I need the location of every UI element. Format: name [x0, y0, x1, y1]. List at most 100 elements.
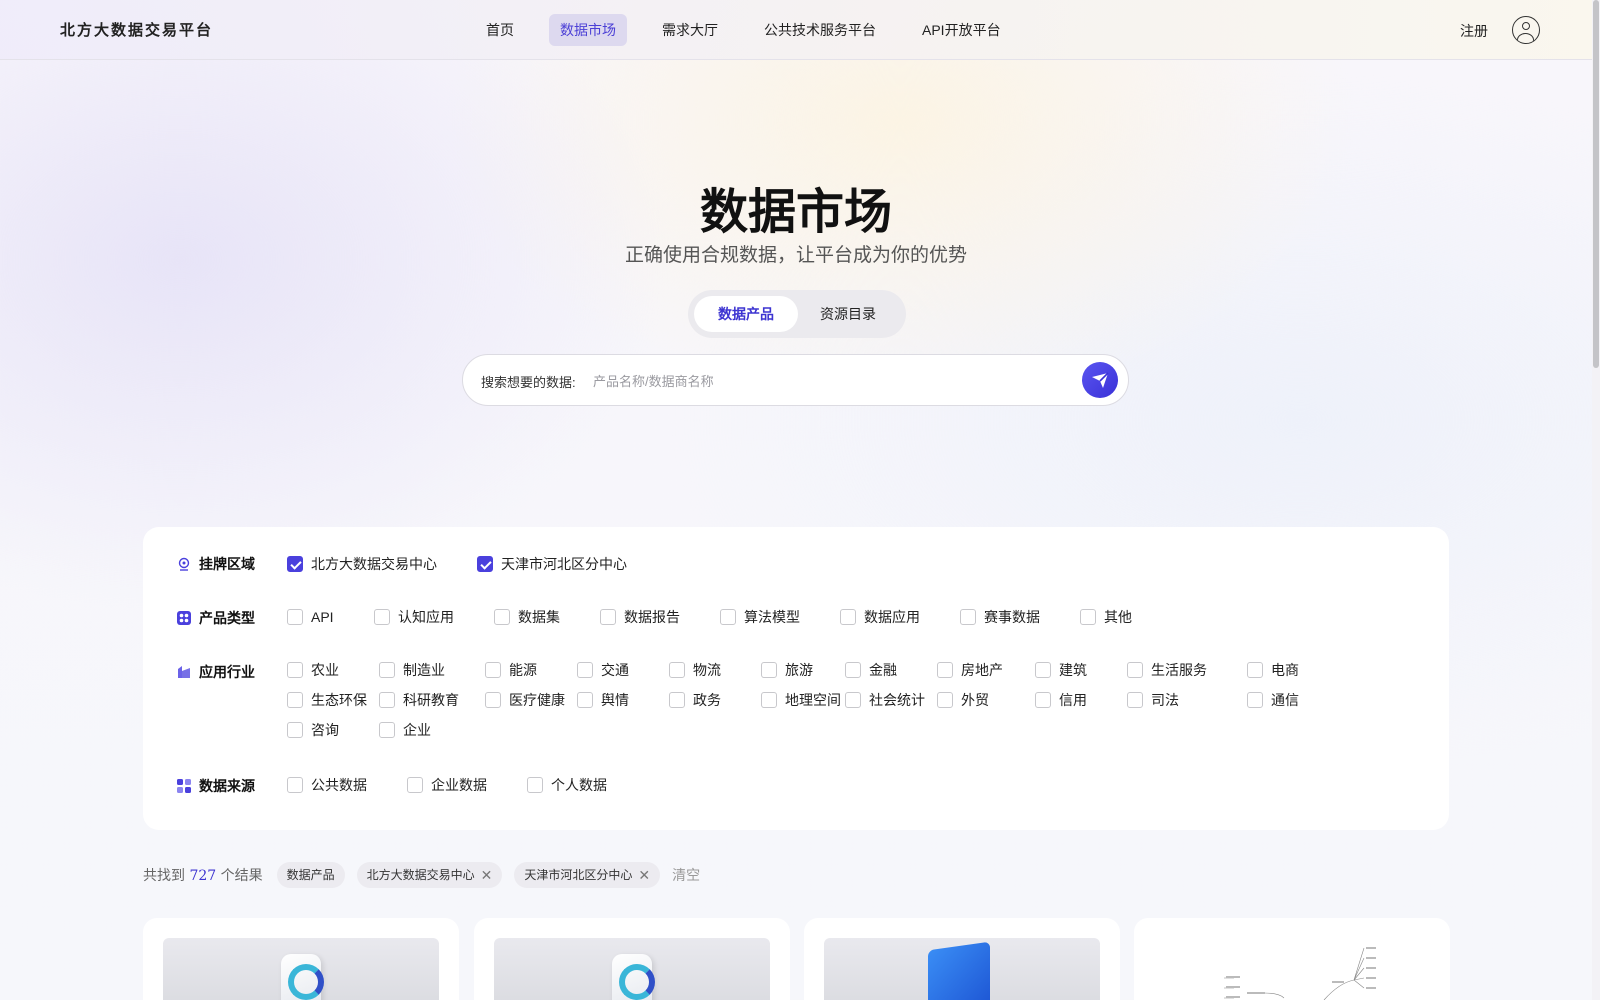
search-input[interactable]	[593, 365, 1053, 397]
checkbox[interactable]	[477, 556, 493, 572]
checkbox[interactable]	[1127, 692, 1143, 708]
industry-option[interactable]: 通信	[1247, 685, 1327, 715]
industry-option[interactable]: 信用	[1035, 685, 1127, 715]
register-link[interactable]: 注册	[1460, 21, 1488, 41]
industry-option[interactable]: 能源	[485, 655, 577, 685]
product-type-option[interactable]: 认知应用	[374, 602, 494, 632]
industry-option[interactable]: 房地产	[937, 655, 1035, 685]
checkbox[interactable]	[1127, 662, 1143, 678]
industry-option[interactable]: 企业	[379, 715, 485, 745]
nav-demand-hall[interactable]: 需求大厅	[651, 14, 729, 46]
checkbox[interactable]	[374, 609, 390, 625]
product-card[interactable]	[804, 918, 1120, 1000]
checkbox[interactable]	[1247, 692, 1263, 708]
industry-option[interactable]: 外贸	[937, 685, 1035, 715]
checkbox[interactable]	[1035, 692, 1051, 708]
tab-data-products[interactable]: 数据产品	[694, 296, 798, 332]
close-icon[interactable]: ✕	[481, 862, 493, 888]
industry-option[interactable]: 电商	[1247, 655, 1327, 685]
product-type-option[interactable]: 其他	[1080, 602, 1160, 632]
region-option[interactable]: 天津市河北区分中心	[477, 549, 627, 579]
industry-option[interactable]: 建筑	[1035, 655, 1127, 685]
region-option[interactable]: 北方大数据交易中心	[287, 549, 437, 579]
checkbox[interactable]	[287, 609, 303, 625]
product-type-option[interactable]: 数据报告	[600, 602, 720, 632]
checkbox[interactable]	[937, 692, 953, 708]
clear-filters-link[interactable]: 清空	[672, 865, 700, 885]
option-label: 信用	[1059, 692, 1087, 708]
checkbox[interactable]	[937, 662, 953, 678]
industry-option[interactable]: 政务	[669, 685, 761, 715]
industry-option[interactable]: 医疗健康	[485, 685, 577, 715]
checkbox[interactable]	[287, 556, 303, 572]
checkbox[interactable]	[485, 692, 501, 708]
nav-public-tech-platform[interactable]: 公共技术服务平台	[753, 14, 887, 46]
option-label: 外贸	[961, 692, 989, 708]
industry-option[interactable]: 舆情	[577, 685, 669, 715]
checkbox[interactable]	[840, 609, 856, 625]
checkbox[interactable]	[379, 662, 395, 678]
checkbox[interactable]	[845, 692, 861, 708]
scrollbar-thumb[interactable]	[1593, 0, 1599, 368]
product-type-option[interactable]: 算法模型	[720, 602, 840, 632]
checkbox[interactable]	[1080, 609, 1096, 625]
checkbox[interactable]	[379, 692, 395, 708]
product-card[interactable]	[143, 918, 459, 1000]
checkbox[interactable]	[669, 692, 685, 708]
checkbox[interactable]	[287, 692, 303, 708]
nav-api-platform[interactable]: API开放平台	[911, 14, 1012, 46]
checkbox[interactable]	[669, 662, 685, 678]
checkbox[interactable]	[1035, 662, 1051, 678]
industry-option[interactable]: 物流	[669, 655, 761, 685]
industry-option[interactable]: 农业	[287, 655, 379, 685]
option-label: 制造业	[403, 662, 445, 678]
checkbox[interactable]	[720, 609, 736, 625]
checkbox[interactable]	[577, 662, 593, 678]
product-type-option[interactable]: 赛事数据	[960, 602, 1080, 632]
data-source-option[interactable]: 个人数据	[527, 770, 647, 800]
checkbox[interactable]	[527, 777, 543, 793]
industry-option[interactable]: 制造业	[379, 655, 485, 685]
checkbox[interactable]	[407, 777, 423, 793]
data-source-option[interactable]: 公共数据	[287, 770, 407, 800]
checkbox[interactable]	[287, 777, 303, 793]
user-avatar-icon[interactable]	[1512, 16, 1540, 44]
industry-option[interactable]: 地理空间	[761, 685, 845, 715]
industry-option[interactable]: 社会统计	[845, 685, 937, 715]
industry-option[interactable]: 旅游	[761, 655, 845, 685]
tab-resource-catalog[interactable]: 资源目录	[796, 296, 900, 332]
page-scrollbar[interactable]	[1592, 0, 1600, 1000]
checkbox[interactable]	[761, 662, 777, 678]
checkbox[interactable]	[761, 692, 777, 708]
industry-option[interactable]: 咨询	[287, 715, 379, 745]
product-type-option[interactable]: 数据集	[494, 602, 600, 632]
checkbox[interactable]	[485, 662, 501, 678]
product-type-option[interactable]: 数据应用	[840, 602, 960, 632]
nav-home[interactable]: 首页	[475, 14, 525, 46]
site-logo[interactable]: 北方大数据交易平台	[60, 19, 213, 40]
checkbox[interactable]	[287, 722, 303, 738]
checkbox[interactable]	[577, 692, 593, 708]
checkbox[interactable]	[960, 609, 976, 625]
industry-option[interactable]: 司法	[1127, 685, 1247, 715]
checkbox[interactable]	[379, 722, 395, 738]
product-card[interactable]	[1134, 918, 1450, 1000]
checkbox[interactable]	[600, 609, 616, 625]
industry-option[interactable]: 科研教育	[379, 685, 485, 715]
checkbox[interactable]	[845, 662, 861, 678]
industry-option[interactable]: 交通	[577, 655, 669, 685]
nav-data-market[interactable]: 数据市场	[549, 14, 627, 46]
checkbox[interactable]	[1247, 662, 1263, 678]
product-card[interactable]	[474, 918, 790, 1000]
product-type-option[interactable]: API	[287, 602, 374, 632]
industry-option[interactable]: 生态环保	[287, 685, 379, 715]
checkbox[interactable]	[494, 609, 510, 625]
checkbox[interactable]	[287, 662, 303, 678]
close-icon[interactable]: ✕	[638, 862, 650, 888]
result-suffix: 个结果	[220, 868, 263, 884]
industry-option[interactable]: 生活服务	[1127, 655, 1247, 685]
search-button[interactable]	[1082, 362, 1118, 398]
industry-option[interactable]: 金融	[845, 655, 937, 685]
data-source-option[interactable]: 企业数据	[407, 770, 527, 800]
result-prefix: 共找到	[143, 868, 185, 884]
